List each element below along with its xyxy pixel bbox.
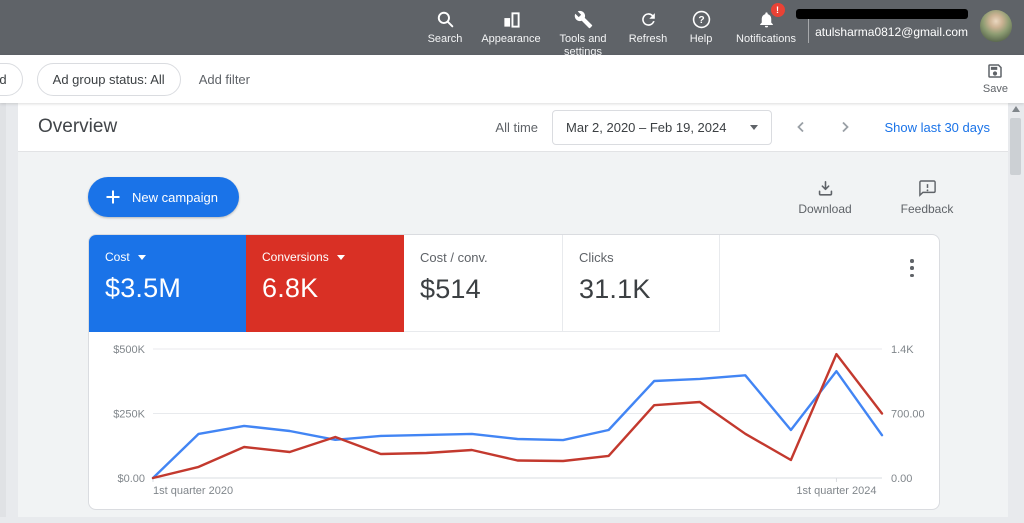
notification-badge: ! [770, 3, 785, 17]
download-button[interactable]: Download [793, 179, 857, 216]
avatar[interactable] [980, 10, 1012, 42]
performance-card: Cost $3.5M Conversions 6.8K Cost / conv.… [88, 234, 940, 510]
appearance-icon [502, 8, 521, 30]
metric-clicks-value: 31.1K [579, 274, 651, 304]
wrench-icon [574, 8, 593, 30]
all-time-label: All time [495, 119, 539, 135]
download-icon [816, 179, 835, 198]
next-period-button[interactable] [834, 116, 856, 138]
save-button-label: Save [982, 83, 1008, 95]
save-button[interactable]: Save [983, 62, 1008, 95]
redacted-account-name [796, 9, 968, 19]
nav-help-label: Help [689, 33, 713, 45]
filter-bar: us: Enabled Ad group status: All Add fil… [0, 55, 1024, 103]
svg-text:$250K: $250K [113, 409, 145, 421]
nav-appearance-label: Appearance [481, 33, 541, 45]
metric-cost-label: Cost [105, 250, 130, 264]
left-edge-strip [0, 103, 6, 517]
feedback-icon [918, 179, 937, 198]
previous-period-button[interactable] [790, 116, 812, 138]
filter-chip-ad-group-status[interactable]: Ad group status: All [36, 62, 181, 96]
bell-icon: ! [757, 3, 785, 30]
account-info[interactable]: atulsharma0812@gmail.com [796, 9, 968, 39]
card-more-options-button[interactable] [903, 257, 921, 279]
nav-search[interactable]: Search [416, 0, 474, 46]
overview-panel: Overview All time Mar 2, 2020 – Feb 19, … [18, 103, 1008, 517]
metric-cost-per-conv-label: Cost / conv. [420, 250, 488, 265]
add-filter-button[interactable]: Add filter [199, 72, 250, 87]
show-last-30-days-link[interactable]: Show last 30 days [884, 120, 990, 135]
nav-help[interactable]: ? Help [678, 0, 724, 46]
nav-refresh[interactable]: Refresh [618, 0, 678, 46]
caret-down-icon [137, 254, 146, 260]
plus-icon [105, 189, 121, 205]
date-range-value: Mar 2, 2020 – Feb 19, 2024 [566, 119, 727, 135]
caret-down-icon [750, 124, 759, 130]
overview-line-chart: $0.00 $250K $500K 0.00 700.00 1.4K 1st quarter… [113, 344, 925, 497]
search-icon [436, 8, 455, 30]
svg-text:1st quarter 2024: 1st quarter 2024 [796, 485, 876, 497]
metric-conversions-value: 6.8K [262, 273, 319, 303]
nav-appearance[interactable]: Appearance [474, 0, 548, 46]
metric-tile-cost[interactable]: Cost $3.5M [89, 235, 246, 332]
tiles-spacer [720, 235, 939, 332]
metric-conversions-label: Conversions [262, 250, 329, 264]
help-icon: ? [692, 8, 711, 30]
metric-clicks-label: Clicks [579, 250, 614, 265]
caret-down-icon [336, 254, 345, 260]
svg-text:$500K: $500K [113, 344, 145, 356]
metric-tile-cost-per-conv[interactable]: Cost / conv. $514 [404, 235, 563, 332]
top-app-bar: Search Appearance Tools and settings Ref… [0, 0, 1024, 58]
metric-tile-clicks[interactable]: Clicks 31.1K [563, 235, 720, 332]
nav-tools-settings[interactable]: Tools and settings [548, 0, 618, 59]
new-campaign-button[interactable]: New campaign [88, 177, 239, 217]
scrollbar-thumb[interactable] [1010, 118, 1021, 175]
scrollbar-up-arrow-icon[interactable] [1012, 106, 1020, 112]
content-area: Overview All time Mar 2, 2020 – Feb 19, … [0, 103, 1024, 517]
save-icon [986, 62, 1004, 80]
feedback-button[interactable]: Feedback [895, 179, 959, 216]
account-email: atulsharma0812@gmail.com [815, 25, 968, 39]
overview-body: New campaign Download Feedback Cost $3.5… [18, 152, 1008, 517]
refresh-icon [639, 8, 658, 30]
page-title: Overview [38, 116, 118, 137]
svg-text:0.00: 0.00 [891, 473, 912, 485]
svg-text:?: ? [698, 15, 704, 26]
date-range-picker[interactable]: Mar 2, 2020 – Feb 19, 2024 [552, 109, 773, 145]
card-actions: Download Feedback [793, 179, 959, 216]
feedback-label: Feedback [900, 202, 954, 216]
nav-notifications-label: Notifications [736, 33, 796, 45]
new-campaign-label: New campaign [132, 189, 218, 205]
overview-header: Overview All time Mar 2, 2020 – Feb 19, … [18, 103, 1008, 152]
top-navigation: Search Appearance Tools and settings Ref… [416, 0, 808, 58]
svg-text:$0.00: $0.00 [117, 473, 145, 485]
metric-cost-per-conv-value: $514 [420, 274, 481, 304]
chart-area: $0.00 $250K $500K 0.00 700.00 1.4K 1st quarter… [89, 333, 939, 507]
svg-text:700.00: 700.00 [891, 409, 925, 421]
metric-tile-conversions[interactable]: Conversions 6.8K [246, 235, 404, 332]
filter-chip-campaign-status[interactable]: us: Enabled [0, 62, 23, 96]
svg-text:1st quarter 2020: 1st quarter 2020 [153, 485, 233, 497]
nav-search-label: Search [427, 33, 463, 45]
metric-cost-value: $3.5M [105, 273, 182, 303]
download-label: Download [798, 202, 852, 216]
nav-refresh-label: Refresh [628, 33, 668, 45]
svg-text:1.4K: 1.4K [891, 344, 914, 356]
metric-tiles: Cost $3.5M Conversions 6.8K Cost / conv.… [89, 235, 939, 332]
